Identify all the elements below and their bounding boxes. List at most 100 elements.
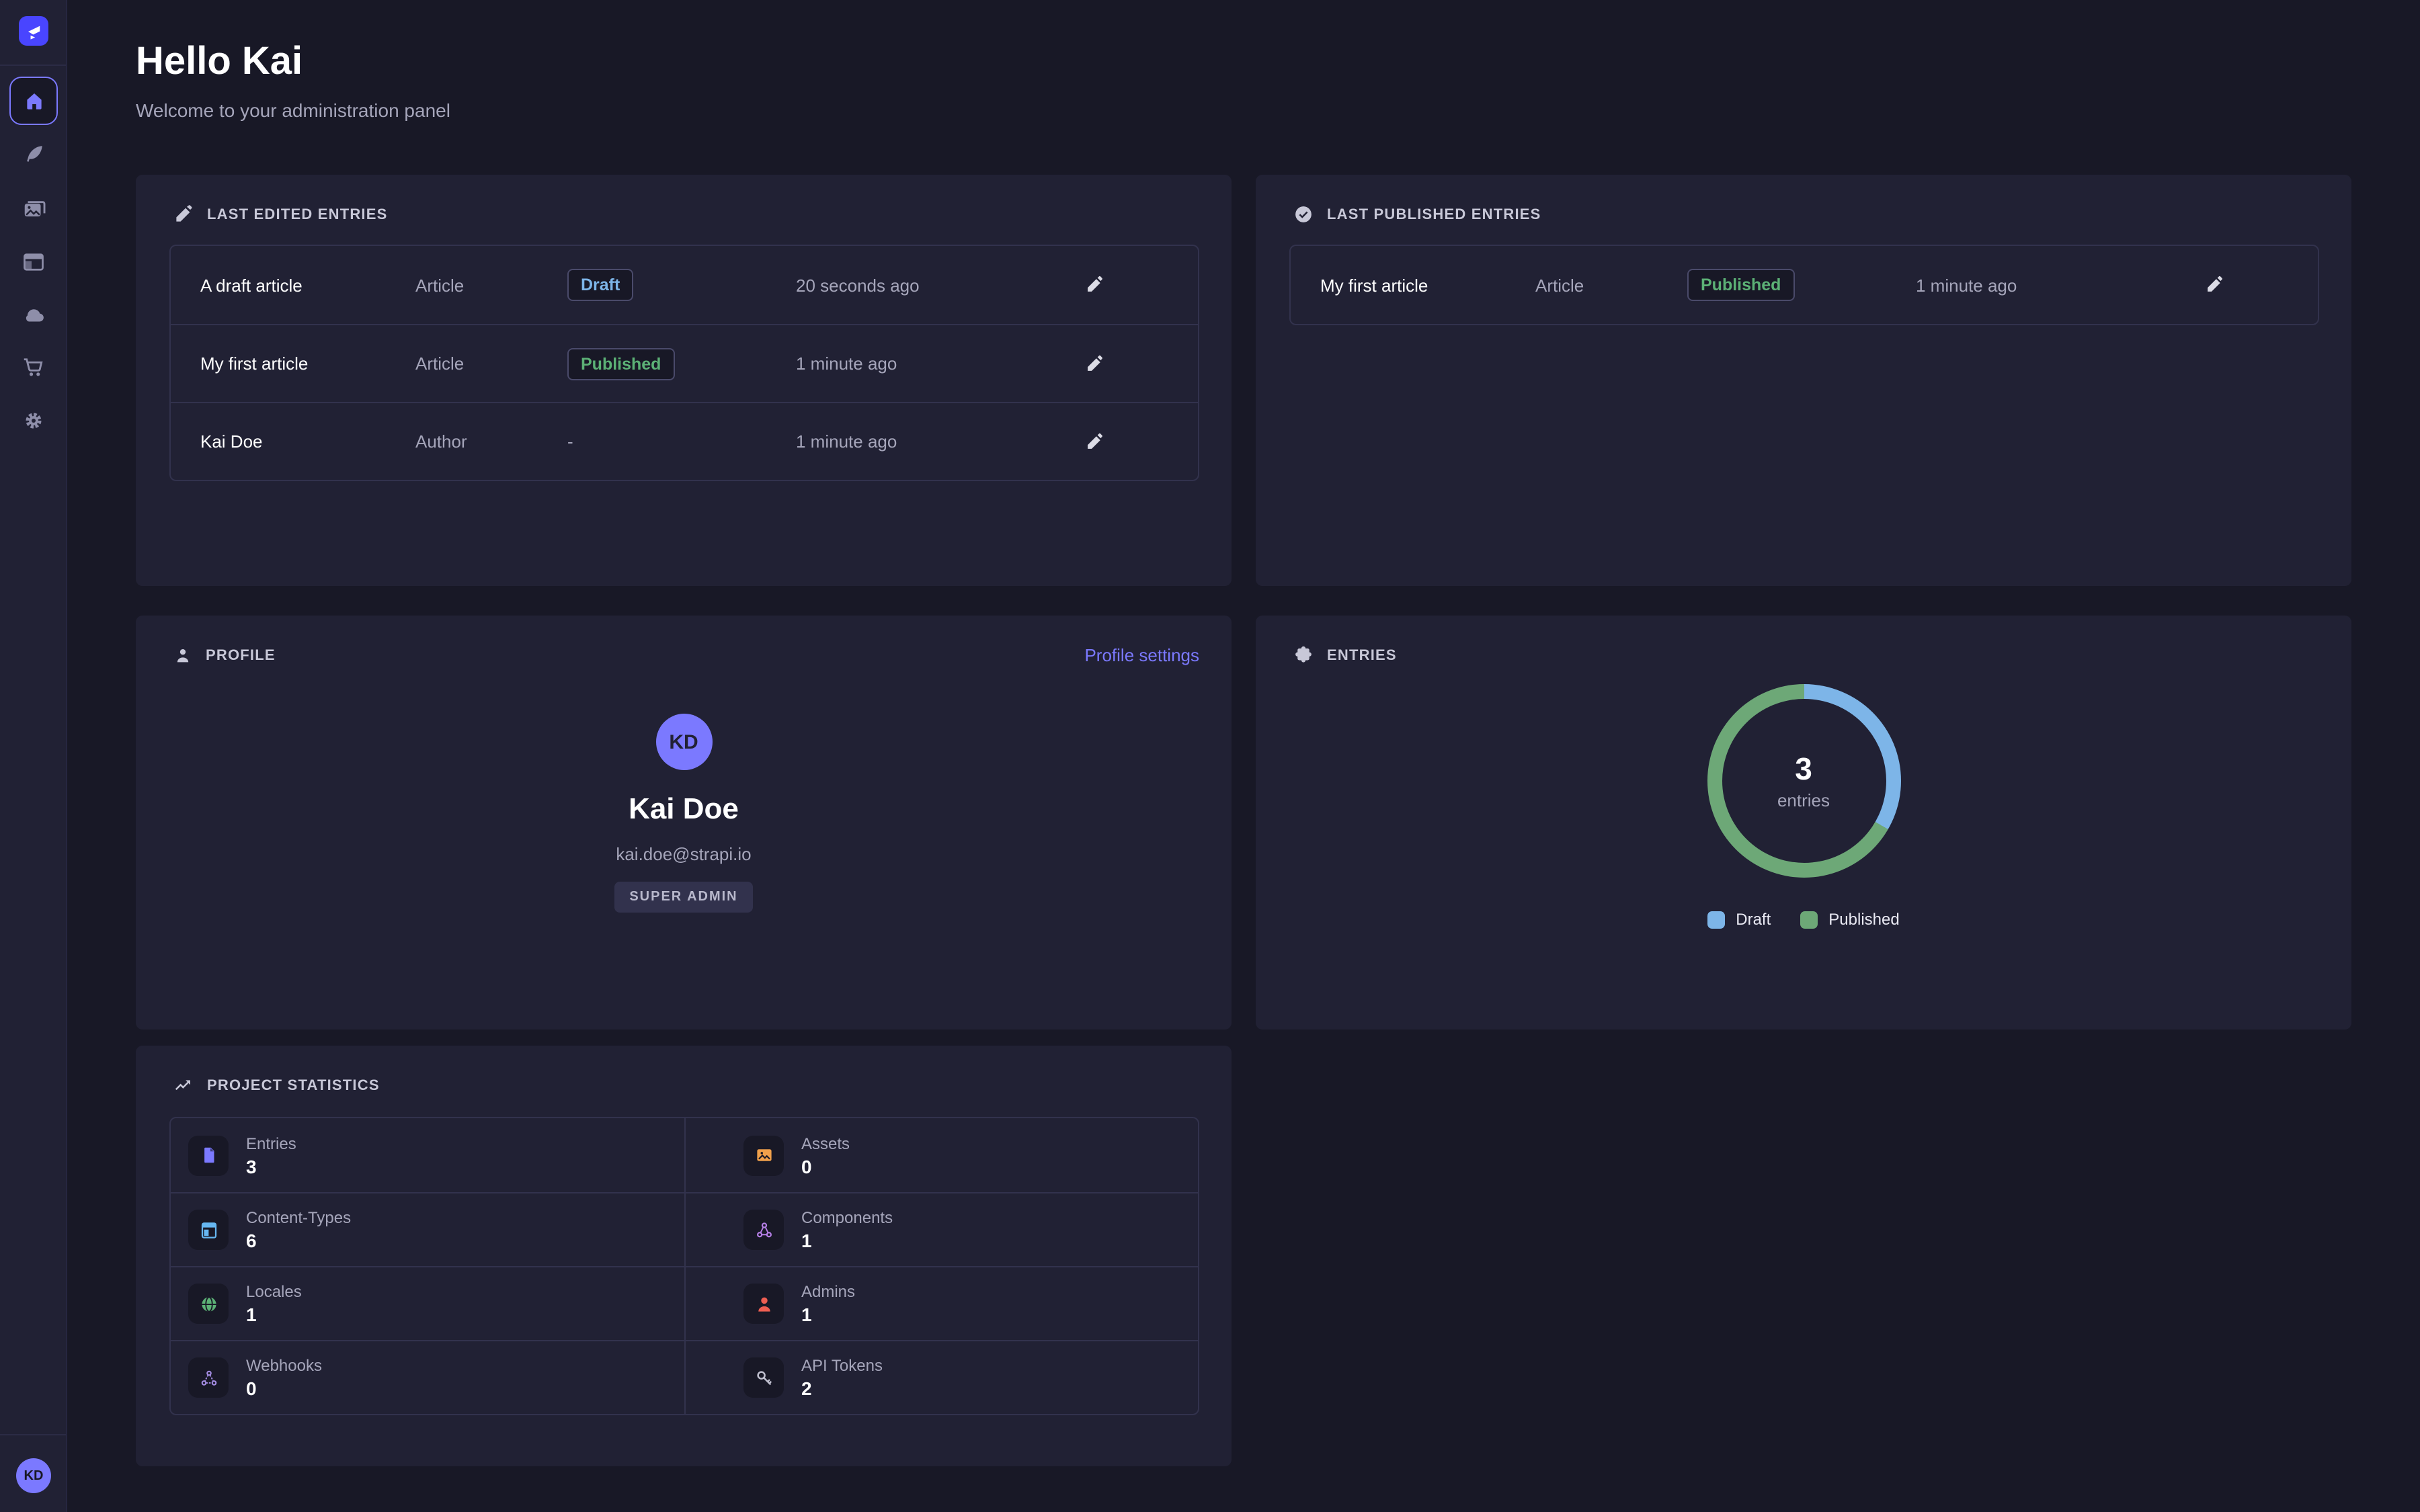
person-icon [173,646,192,665]
sidebar-item-content-manager[interactable] [0,128,67,181]
legend-item-published: Published [1800,910,1899,929]
stat-label: Content-Types [246,1208,351,1227]
stat-label: Assets [801,1134,850,1152]
stat-api-tokens: API Tokens 2 [684,1341,1198,1414]
entry-kind: Article [415,275,567,295]
trend-up-icon [173,1075,194,1095]
card-title: ENTRIES [1327,647,1397,663]
stat-admins: Admins 1 [684,1267,1198,1340]
legend-label: Published [1828,910,1899,929]
sidebar-item-home[interactable] [9,77,58,125]
stat-content-types: Content-Types 6 [171,1193,684,1266]
stat-assets: Assets 0 [684,1118,1198,1192]
stats-row: Webhooks 0 API Tokens 2 [171,1340,1198,1414]
profile-settings-link[interactable]: Profile settings [1084,645,1199,665]
entry-name: My first article [200,353,415,374]
donut-center-label: 3 entries [1707,684,1900,878]
stat-entries: Entries 3 [171,1118,684,1192]
profile-email: kai.doe@strapi.io [616,844,751,864]
sidebar-divider [0,65,66,66]
pencil-icon [173,204,194,224]
cart-icon [22,355,46,379]
edit-entry-button[interactable] [1085,276,1104,294]
edit-entry-button[interactable] [2205,276,2224,294]
home-icon [22,89,45,112]
stat-value: 0 [801,1155,850,1177]
legend-item-draft: Draft [1707,910,1771,929]
card-header: PROJECT STATISTICS [136,1046,1232,1095]
stats-row: Locales 1 Admins 1 [171,1266,1198,1340]
chart-legend: Draft Published [1707,910,1899,929]
pencil-icon [2205,276,2224,294]
stat-value: 3 [246,1155,296,1177]
entries-chart-body: 3 entries Draft Published [1256,665,2351,929]
stat-label: Locales [246,1282,302,1301]
stat-label: Entries [246,1134,296,1152]
legend-swatch-published [1800,911,1818,928]
entries-table: My first article Article Published 1 min… [1289,245,2319,325]
cloud-icon [21,302,46,327]
edit-entry-button[interactable] [1085,432,1104,451]
status-badge: Draft [567,269,633,301]
stat-label: API Tokens [801,1356,883,1375]
stat-components: Components 1 [684,1193,1198,1266]
profile-card: PROFILE Profile settings KD Kai Doe kai.… [136,616,1232,1030]
entries-donut-chart: 3 entries [1707,684,1900,878]
pencil-icon [1085,432,1104,451]
sidebar-item-cloud[interactable] [0,288,67,341]
table-row: My first article Article Published 1 min… [171,324,1198,402]
layout-icon [22,250,46,274]
entry-time: 1 minute ago [796,353,1085,374]
pencil-icon [1085,276,1104,294]
entry-kind: Author [415,431,567,452]
strapi-logo[interactable] [19,16,48,46]
stats-table: Entries 3 Assets 0 [169,1117,1199,1415]
document-icon [188,1135,229,1175]
last-edited-entries-card: LAST EDITED ENTRIES A draft article Arti… [136,175,1232,586]
stat-webhooks: Webhooks 0 [171,1341,684,1414]
media-library-icon [21,196,46,221]
picture-icon [743,1135,784,1175]
stat-value: 1 [801,1230,893,1251]
stat-value: 6 [246,1230,351,1251]
last-published-entries-card: LAST PUBLISHED ENTRIES My first article … [1256,175,2351,586]
status-empty: - [567,431,573,451]
card-title: PROJECT STATISTICS [207,1077,380,1093]
profile-body: KD Kai Doe kai.doe@strapi.io SUPER ADMIN [136,665,1232,913]
sidebar-item-content-type-builder[interactable] [0,235,67,289]
entries-chart-card: ENTRIES 3 entries Draft Published [1256,616,2351,1030]
key-icon [743,1357,784,1398]
sidebar-bottom-divider [0,1434,66,1435]
gear-icon [22,409,46,433]
strapi-logo-icon [23,20,44,42]
stat-locales: Locales 1 [171,1267,684,1340]
stat-value: 1 [246,1304,302,1325]
card-header: LAST PUBLISHED ENTRIES [1256,175,2351,224]
edit-entry-button[interactable] [1085,354,1104,373]
card-header: ENTRIES [1256,616,2351,665]
sidebar: KD [0,0,67,1512]
entries-table: A draft article Article Draft 20 seconds… [169,245,1199,481]
card-header: PROFILE Profile settings [136,616,1232,665]
sidebar-item-marketplace[interactable] [0,340,67,394]
profile-avatar: KD [655,714,712,770]
stats-row: Content-Types 6 Components 1 [171,1192,1198,1266]
sidebar-item-settings[interactable] [0,394,67,448]
table-row: A draft article Article Draft 20 seconds… [171,246,1198,324]
strapi-admin-dashboard: KD Hello Kai Welcome to your administrat… [0,0,2420,1512]
sidebar-item-media-library[interactable] [0,181,67,235]
entry-name: My first article [1320,275,1535,295]
entry-time: 1 minute ago [1916,275,2205,295]
entry-name: A draft article [200,275,415,295]
stat-label: Webhooks [246,1356,322,1375]
stat-value: 2 [801,1378,883,1399]
layout-icon [188,1210,229,1250]
card-title: LAST EDITED ENTRIES [207,206,388,222]
page-title: Hello Kai [136,40,302,85]
components-icon [743,1210,784,1250]
page-subtitle: Welcome to your administration panel [136,99,450,121]
profile-role-badge: SUPER ADMIN [614,882,752,913]
user-avatar[interactable]: KD [16,1458,51,1493]
entry-kind: Article [1535,275,1687,295]
check-circle-icon [1293,204,1314,224]
